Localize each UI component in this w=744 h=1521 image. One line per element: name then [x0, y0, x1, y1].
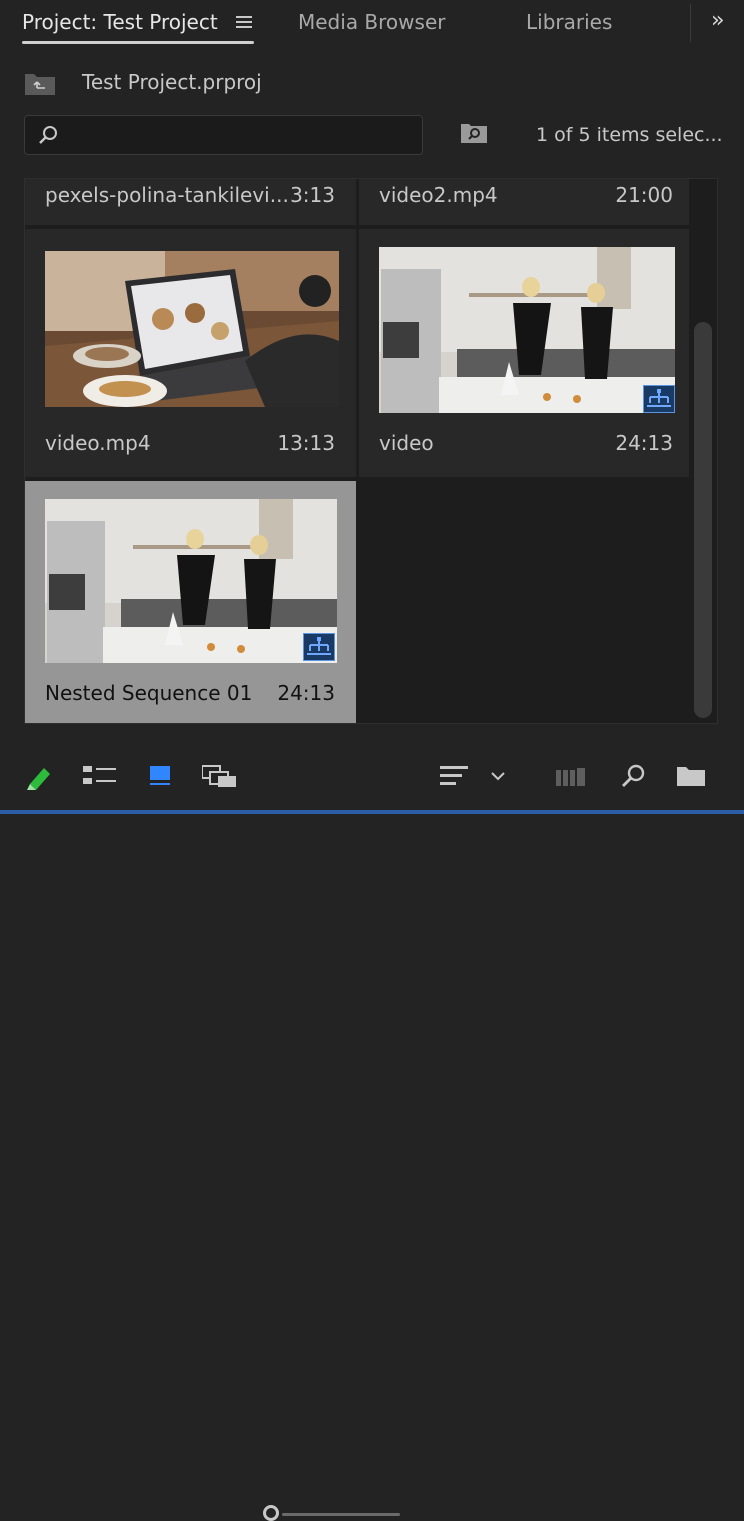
item-duration: 13:13: [277, 431, 335, 455]
item-name: video2.mp4: [379, 183, 498, 207]
item-duration: 24:13: [615, 431, 673, 455]
item-name: pexels-polina-tankilevi...: [45, 183, 289, 207]
tab-project[interactable]: Project: Test Project: [22, 10, 218, 34]
selection-count: 1 of 5 items selec...: [536, 124, 723, 146]
sequence-icon: [303, 633, 335, 661]
item-duration: 21:00: [615, 183, 673, 207]
video-thumbnail: [45, 251, 339, 407]
automate-to-sequence-icon[interactable]: [556, 766, 586, 788]
tab-libraries[interactable]: Libraries: [526, 10, 612, 34]
active-tab-indicator: [22, 41, 254, 44]
item-name: video: [379, 431, 434, 455]
search-icon: [39, 126, 57, 144]
find-icon[interactable]: [620, 763, 646, 789]
project-folder-up-icon[interactable]: [24, 72, 56, 96]
grid-item-selected[interactable]: Nested Sequence 01 24:13: [25, 481, 356, 723]
panel-focus-line: [0, 810, 744, 814]
grid-item[interactable]: video2.mp4 21:00: [359, 179, 689, 225]
item-name: video.mp4: [45, 431, 151, 455]
tab-media-browser[interactable]: Media Browser: [298, 10, 445, 34]
panel-menu-icon[interactable]: [236, 16, 252, 29]
sequence-icon: [643, 385, 675, 413]
zoom-slider-handle[interactable]: [263, 1505, 279, 1521]
item-duration: 3:13: [290, 183, 335, 207]
project-filename: Test Project.prproj: [82, 70, 262, 94]
new-bin-icon[interactable]: [676, 765, 706, 787]
video-thumbnail: [45, 499, 337, 663]
zoom-slider-track[interactable]: [282, 1513, 400, 1516]
vertical-scrollbar[interactable]: [694, 322, 712, 718]
search-input[interactable]: [24, 115, 423, 155]
media-grid[interactable]: pexels-polina-tankilevi... 3:13 video2.m…: [24, 178, 718, 724]
grid-item[interactable]: pexels-polina-tankilevi... 3:13: [25, 179, 356, 225]
item-name: Nested Sequence 01: [45, 681, 253, 705]
tab-separator: [690, 4, 691, 42]
list-view-icon[interactable]: [83, 765, 117, 787]
overflow-chevron-icon[interactable]: ››: [711, 8, 724, 33]
grid-item[interactable]: video 24:13: [359, 229, 689, 477]
bottom-toolbar: [0, 740, 744, 1521]
grid-item[interactable]: video.mp4 13:13: [25, 229, 356, 477]
pencil-icon[interactable]: [24, 762, 54, 792]
sort-icon[interactable]: [440, 764, 468, 788]
icon-view-icon[interactable]: [148, 764, 172, 788]
video-thumbnail: [379, 247, 675, 413]
freeform-view-icon[interactable]: [202, 764, 238, 788]
chevron-down-icon[interactable]: [490, 770, 506, 782]
find-bin-icon[interactable]: [460, 122, 488, 144]
item-duration: 24:13: [277, 681, 335, 705]
panel-tab-bar: Project: Test Project Media Browser Libr…: [0, 0, 744, 48]
